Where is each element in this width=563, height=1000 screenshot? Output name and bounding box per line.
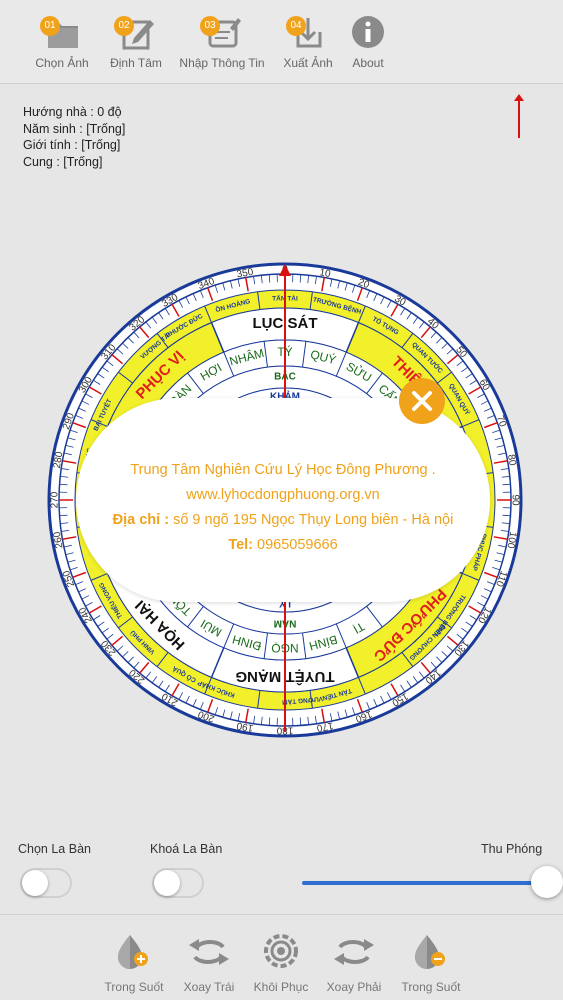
popup-phone-value[interactable]: 0965059666 xyxy=(253,537,338,553)
about-label: About xyxy=(352,56,384,70)
enter-info-button[interactable]: 03 Nhập Thông Tin xyxy=(174,10,270,76)
degree-label: 270 xyxy=(50,491,61,508)
close-icon xyxy=(412,391,432,411)
popup-phone: Tel: 0965059666 xyxy=(76,533,490,558)
rotate-left-icon xyxy=(189,939,229,965)
popup-website[interactable]: www.lyhocdongphuong.org.vn xyxy=(76,483,490,508)
palace: Cung : [Trống] xyxy=(23,154,103,169)
transparency-decrease-label: Trong Suốt xyxy=(401,980,461,994)
degree-tick xyxy=(502,483,511,486)
info-icon xyxy=(352,16,384,48)
info-popup: Trung Tâm Nghiên Cứu Lý Học Đông Phương … xyxy=(76,398,490,602)
rotate-right-icon xyxy=(334,939,374,965)
select-compass-toggle[interactable] xyxy=(20,868,72,898)
center-button[interactable]: 02 Định Tâm xyxy=(88,10,184,76)
zoom-slider-track[interactable] xyxy=(302,881,547,885)
popup-address-label: Địa chỉ : xyxy=(112,512,170,528)
lock-compass-toggle[interactable] xyxy=(152,868,204,898)
restore-label: Khôi Phục xyxy=(253,980,309,994)
popup-org-name: Trung Tâm Nghiên Cứu Lý Học Đông Phương … xyxy=(130,462,436,478)
degree-tick xyxy=(299,717,302,726)
step-badge: 02 xyxy=(114,16,134,36)
about-button[interactable]: About xyxy=(320,10,416,76)
toggle-knob[interactable] xyxy=(154,870,180,896)
transparency-increase-label: Trong Suốt xyxy=(104,980,164,994)
rotate-right-button[interactable]: Xoay Phải xyxy=(314,931,394,994)
degree-tick xyxy=(268,717,271,726)
restore-button[interactable]: Khôi Phục xyxy=(241,931,321,994)
house-direction: Hướng nhà : 0 độ xyxy=(23,105,122,119)
bottom-toolbar: Trong Suốt Xoay Trái Khôi Phục Xoay Phải xyxy=(0,914,563,1000)
drop-plus-icon xyxy=(118,935,148,969)
step-badge: 03 xyxy=(200,16,220,36)
toggle-knob[interactable] xyxy=(22,870,48,896)
zoom-slider-handle[interactable] xyxy=(531,866,563,898)
degree-tick xyxy=(59,514,68,517)
lock-compass-label: Khoá La Bàn xyxy=(150,842,223,856)
north-arrow-icon xyxy=(514,94,524,138)
degree-tick xyxy=(59,483,68,486)
zoom-label: Thu Phóng xyxy=(481,842,543,856)
gear-icon xyxy=(264,934,298,968)
step-badge: 01 xyxy=(40,16,60,36)
top-toolbar: 01 Chọn Ảnh 02 Định Tâm 03 Nhập Thông Ti… xyxy=(0,0,563,84)
transparency-increase-button[interactable]: Trong Suốt xyxy=(94,931,174,994)
birth-year: Năm sinh : [Trống] xyxy=(23,121,126,136)
degree-label: 90 xyxy=(509,494,520,506)
step-badge: 04 xyxy=(286,16,306,36)
select-compass-label: Chọn La Bàn xyxy=(18,842,91,856)
gender: Giới tính : [Trống] xyxy=(23,138,121,152)
transparency-decrease-button[interactable]: Trong Suốt xyxy=(391,931,471,994)
degree-tick xyxy=(502,514,511,517)
popup-close-button[interactable] xyxy=(399,378,445,424)
rotate-left-label: Xoay Trái xyxy=(183,980,235,994)
degree-tick xyxy=(299,274,302,283)
house-info: Hướng nhà : 0 độ Năm sinh : [Trống] Giới… xyxy=(23,104,125,170)
popup-address: Địa chỉ : số 9 ngõ 195 Ngọc Thụy Long bi… xyxy=(76,508,490,533)
popup-phone-label: Tel: xyxy=(228,537,254,553)
drop-minus-icon xyxy=(415,935,445,969)
degree-tick xyxy=(268,274,271,283)
popup-address-value: số 9 ngõ 195 Ngọc Thụy Long biên - Hà nộ… xyxy=(169,512,454,528)
rotate-right-label: Xoay Phải xyxy=(326,980,382,994)
center-label: Định Tâm xyxy=(110,56,162,70)
enter-info-label: Nhập Thông Tin xyxy=(179,56,265,70)
rotate-left-button[interactable]: Xoay Trái xyxy=(169,931,249,994)
